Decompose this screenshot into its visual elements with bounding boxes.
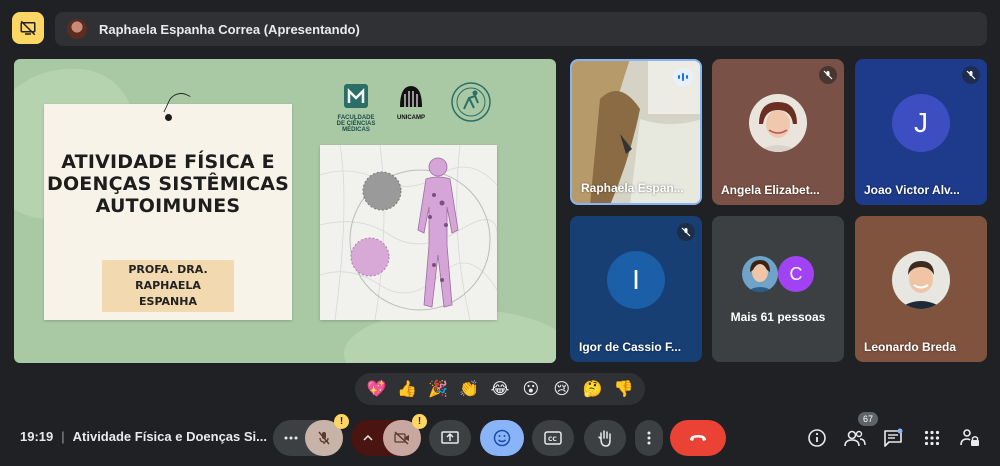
muted-indicator: [819, 66, 837, 84]
raise-hand-button[interactable]: [584, 420, 626, 456]
mic-off-icon: [966, 70, 976, 80]
captions-icon: CC: [544, 431, 562, 445]
participant-name: Angela Elizabet...: [721, 183, 820, 197]
present-screen-icon: [441, 431, 459, 444]
seal-logo: [450, 81, 492, 127]
participant-avatar: [892, 251, 950, 310]
info-icon: [808, 429, 826, 447]
avatar-photo: [892, 251, 950, 310]
fcm-logo-text: FACULDADE DE CIÊNCIAS MÉDICAS: [336, 115, 376, 133]
chat-button[interactable]: [881, 426, 905, 450]
meeting-info: 19:19 | Atividade Física e Doenças Si...: [20, 429, 267, 444]
warning-badge: !: [412, 414, 427, 429]
unicamp-logo: UNICAMP: [396, 81, 426, 121]
slide-author: PROFA. DRA. RAPHAELA ESPANHA: [102, 260, 234, 312]
speaking-indicator: [673, 68, 693, 86]
people-count-badge: 67: [858, 412, 878, 426]
reaction-sad[interactable]: 😢: [549, 376, 575, 402]
more-horizontal-icon: [284, 436, 298, 440]
hand-icon: [598, 430, 611, 447]
meet-window: Raphaela Espanha Correa (Apresentando) F…: [0, 0, 1000, 466]
reaction-clap[interactable]: 👏: [456, 376, 482, 402]
camera-options-button[interactable]: [351, 420, 385, 456]
captions-button[interactable]: CC: [532, 420, 574, 456]
present-screen-button[interactable]: [429, 420, 471, 456]
participant-avatar: [742, 256, 778, 292]
pin: [165, 114, 172, 121]
reaction-surprised[interactable]: 😮: [518, 376, 544, 402]
presentation-off-button[interactable]: [12, 12, 44, 44]
reaction-heart[interactable]: 💖: [363, 376, 389, 402]
reactions-bar: 💖 👍 🎉 👏 😂 😮 😢 🤔 👎: [355, 373, 645, 405]
participant-tile-angela[interactable]: Angela Elizabet...: [712, 59, 844, 205]
muted-indicator: [962, 66, 980, 84]
mic-control-group: !: [273, 414, 349, 456]
warning-badge: !: [334, 414, 349, 429]
fcm-logo-icon: [344, 84, 368, 108]
participant-avatar: I: [607, 251, 665, 310]
unicamp-logo-text: UNICAMP: [397, 115, 425, 121]
participant-name: Raphaela Espan...: [581, 181, 684, 195]
reaction-laugh[interactable]: 😂: [487, 376, 513, 402]
hangup-icon: [690, 435, 706, 441]
presentation-slide[interactable]: FACULDADE DE CIÊNCIAS MÉDICAS UNICAMP AT…: [14, 59, 556, 363]
camera-off-icon: [394, 431, 409, 445]
more-participants-label: Mais 61 pessoas: [730, 310, 826, 324]
mic-off-icon: [823, 70, 833, 80]
avatar-photo: [749, 94, 807, 153]
presenter-name: Raphaela Espanha Correa (Apresentando): [99, 21, 360, 37]
more-options-button[interactable]: [635, 420, 663, 456]
emoji-icon: [493, 429, 511, 447]
leave-call-button[interactable]: [670, 420, 726, 456]
more-audio-options-button[interactable]: [273, 420, 309, 456]
anatomy-illustration: [320, 145, 497, 320]
participant-tile-igor[interactable]: I Igor de Cassio F...: [570, 216, 702, 362]
reaction-thinking[interactable]: 🤔: [580, 376, 606, 402]
more-vertical-icon: [647, 431, 651, 445]
people-button[interactable]: [843, 426, 867, 450]
activities-button[interactable]: [920, 426, 944, 450]
reaction-party[interactable]: 🎉: [425, 376, 451, 402]
presenter-avatar: [67, 19, 87, 39]
svg-text:CC: CC: [548, 436, 557, 443]
mic-off-icon: [318, 431, 330, 445]
unicamp-logo-icon: [400, 86, 422, 107]
reactions-button[interactable]: [480, 420, 524, 456]
participant-name: Joao Victor Alv...: [864, 183, 960, 197]
participant-tile-leonardo[interactable]: Leonardo Breda: [855, 216, 987, 362]
participant-avatar: J: [892, 94, 950, 153]
lock-person-icon: [960, 429, 979, 446]
separator: |: [61, 429, 65, 444]
meeting-title: Atividade Física e Doenças Si...: [72, 429, 267, 444]
reaction-thumbs-up[interactable]: 👍: [394, 376, 420, 402]
chat-icon: [884, 428, 903, 447]
host-controls-button[interactable]: [958, 426, 982, 450]
camera-control-group: !: [351, 414, 427, 456]
more-participants-tile[interactable]: C Mais 61 pessoas: [712, 216, 844, 362]
participant-avatar: C: [778, 256, 814, 292]
seal-logo-icon: [451, 82, 491, 122]
presentation-off-icon: [20, 20, 36, 36]
participant-name: Igor de Cassio F...: [579, 340, 682, 354]
participant-tile-joao[interactable]: J Joao Victor Alv...: [855, 59, 987, 205]
participant-name: Leonardo Breda: [864, 340, 957, 354]
reaction-thumbs-down[interactable]: 👎: [610, 376, 636, 402]
clock: 19:19: [20, 429, 54, 444]
people-icon: [844, 430, 866, 447]
apps-grid-icon: [924, 430, 940, 446]
avatar-photo: [742, 256, 778, 292]
audio-level-icon: [678, 73, 688, 81]
meeting-details-button[interactable]: [805, 426, 829, 450]
muted-indicator: [677, 223, 695, 241]
mic-off-icon: [681, 227, 691, 237]
chevron-up-icon: [363, 435, 373, 441]
participant-avatar: [749, 94, 807, 153]
fcm-logo: FACULDADE DE CIÊNCIAS MÉDICAS: [336, 81, 376, 133]
anatomy-illustration-card: [320, 145, 497, 320]
slide-title: ATIVIDADE FÍSICA E DOENÇAS SISTÊMICAS AU…: [46, 151, 290, 217]
participant-tile-raphaela[interactable]: Raphaela Espan...: [570, 59, 702, 205]
presenter-banner: Raphaela Espanha Correa (Apresentando): [55, 12, 987, 46]
